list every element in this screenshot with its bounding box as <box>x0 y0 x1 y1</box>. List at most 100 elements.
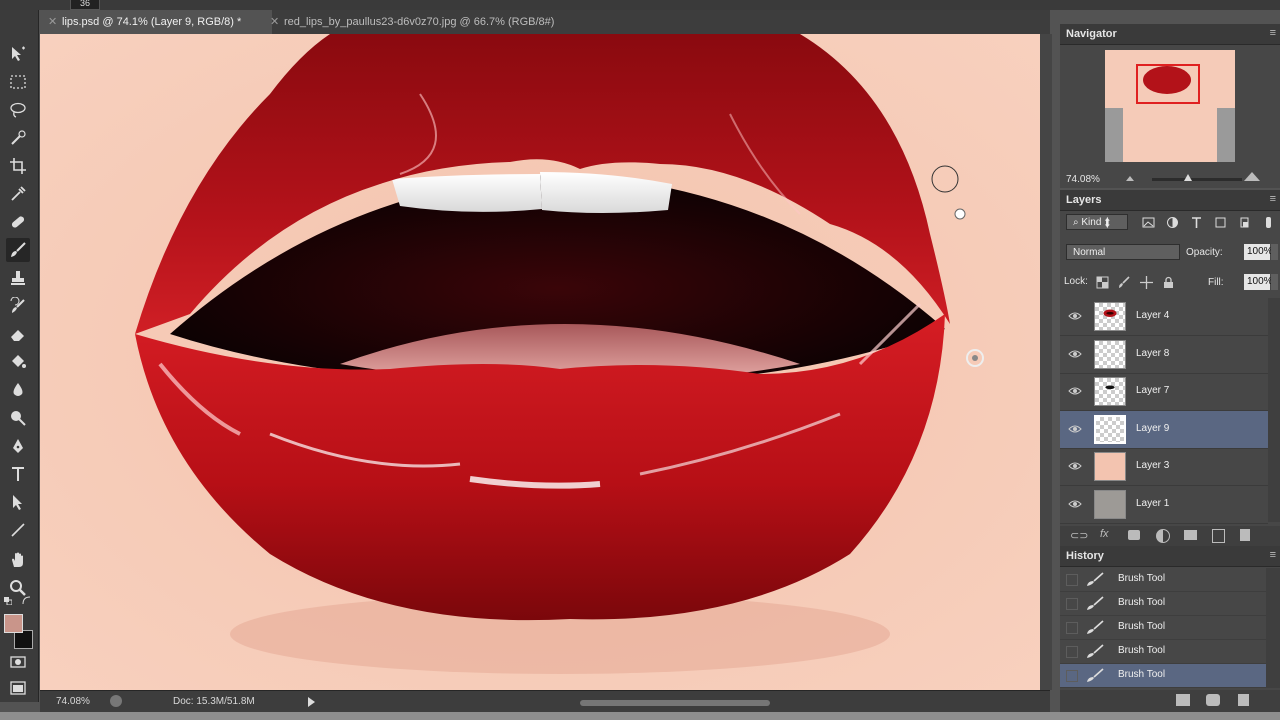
lock-all-icon[interactable] <box>1160 274 1176 290</box>
fx-icon[interactable]: fx <box>1100 528 1109 540</box>
line-icon[interactable] <box>6 518 30 542</box>
filter-smart-object-icon[interactable] <box>1236 214 1252 230</box>
snapshot-icon[interactable] <box>1206 694 1220 706</box>
zoom-in-icon[interactable] <box>1244 172 1260 181</box>
tab-red-lips-jpg[interactable]: ✕ red_lips_by_paullus23-d6v0z70.jpg @ 66… <box>262 10 602 34</box>
fill-arrow-icon[interactable] <box>1271 274 1278 290</box>
panel-menu-icon[interactable]: ≡ <box>1270 27 1276 39</box>
history-source-checkbox[interactable] <box>1066 670 1078 682</box>
foreground-color-swatch[interactable] <box>4 614 23 633</box>
marquee-icon[interactable] <box>6 70 30 94</box>
layer-row[interactable]: Layer 8 <box>1060 336 1268 374</box>
eye-icon[interactable] <box>1068 459 1082 473</box>
screen-mode-icon[interactable] <box>6 676 30 700</box>
canvas-vertical-scrollbar[interactable] <box>1040 34 1052 690</box>
close-icon[interactable]: ✕ <box>270 10 279 34</box>
layer-row[interactable]: Layer 3 <box>1060 448 1268 486</box>
adjustment-layer-icon[interactable] <box>1156 529 1170 543</box>
dodge-icon[interactable] <box>6 406 30 430</box>
delete-state-icon[interactable] <box>1238 694 1249 706</box>
lasso-icon[interactable] <box>6 98 30 122</box>
new-group-icon[interactable] <box>1184 530 1197 540</box>
filter-pixel-icon[interactable] <box>1140 214 1156 230</box>
new-document-from-state-icon[interactable] <box>1176 694 1190 706</box>
swap-colors-icon[interactable] <box>22 596 31 605</box>
navigator-thumbnail[interactable] <box>1105 50 1235 162</box>
tab-lips-psd[interactable]: ✕ lips.psd @ 74.1% (Layer 9, RGB/8) * <box>40 10 272 34</box>
delete-layer-icon[interactable] <box>1240 529 1250 541</box>
zoom-readout[interactable]: 74.08% <box>56 696 90 707</box>
brush-icon[interactable] <box>6 238 30 262</box>
zoom-slider[interactable] <box>1152 178 1242 181</box>
eraser-icon[interactable] <box>6 322 30 346</box>
layers-panel: Layers ≡ ⌕ Kind ⬍ Normal Opacity: 100% L… <box>1060 190 1280 546</box>
default-colors-icon[interactable] <box>4 596 13 606</box>
history-state[interactable]: Brush Tool <box>1060 568 1266 592</box>
navigator-view-box[interactable] <box>1136 64 1200 104</box>
eye-icon[interactable] <box>1068 384 1082 398</box>
paint-bucket-icon[interactable] <box>6 350 30 374</box>
layer-row[interactable]: Layer 1 <box>1060 486 1268 524</box>
thumbnail-shadow-left <box>1105 108 1123 162</box>
layer-row[interactable]: Layer 7 <box>1060 373 1268 411</box>
eye-icon[interactable] <box>1068 347 1082 361</box>
lock-transparency-icon[interactable] <box>1094 274 1110 290</box>
stamp-icon[interactable] <box>6 266 30 290</box>
eyedropper-icon[interactable] <box>6 182 30 206</box>
crop-icon[interactable] <box>6 154 30 178</box>
panel-menu-icon[interactable]: ≡ <box>1270 193 1276 205</box>
filter-toggle-icon[interactable] <box>1260 214 1276 230</box>
layers-scrollbar[interactable] <box>1268 298 1280 522</box>
brush-icon <box>1086 644 1104 659</box>
dock-strip <box>0 712 1280 720</box>
blur-icon[interactable] <box>6 378 30 402</box>
zoom-out-icon[interactable] <box>1126 176 1134 181</box>
move-icon[interactable] <box>6 42 30 66</box>
layer-filter-select[interactable]: ⌕ Kind ⬍ <box>1066 214 1128 230</box>
healing-icon[interactable] <box>6 210 30 234</box>
quick-select-icon[interactable] <box>6 126 30 150</box>
opacity-input[interactable]: 100% <box>1244 244 1273 260</box>
history-state[interactable]: Brush Tool <box>1060 664 1266 688</box>
history-source-checkbox[interactable] <box>1066 646 1078 658</box>
close-icon[interactable]: ✕ <box>48 10 57 34</box>
hand-icon[interactable] <box>6 548 30 572</box>
eye-icon[interactable] <box>1068 497 1082 511</box>
lock-pixels-icon[interactable] <box>1116 274 1132 290</box>
panel-menu-icon[interactable]: ≡ <box>1270 549 1276 561</box>
history-state[interactable]: Brush Tool <box>1060 592 1266 616</box>
path-select-icon[interactable] <box>6 490 30 514</box>
filter-adjustment-icon[interactable] <box>1164 214 1180 230</box>
lock-position-icon[interactable] <box>1138 274 1154 290</box>
filter-type-icon[interactable] <box>1188 214 1204 230</box>
pen-icon[interactable] <box>6 434 30 458</box>
type-icon[interactable] <box>6 462 30 486</box>
history-source-checkbox[interactable] <box>1066 574 1078 586</box>
horizontal-scrollbar[interactable] <box>580 700 770 706</box>
quick-mask-icon[interactable] <box>6 650 30 674</box>
link-layers-icon[interactable]: ⊂⊃ <box>1070 529 1088 542</box>
opacity-arrow-icon[interactable] <box>1271 244 1278 260</box>
layer-row[interactable]: Layer 9 <box>1060 410 1268 449</box>
eye-icon[interactable] <box>1068 309 1082 323</box>
history-state[interactable]: Brush Tool <box>1060 640 1266 664</box>
new-layer-icon[interactable] <box>1212 529 1225 543</box>
status-menu-arrow-icon[interactable] <box>308 697 315 707</box>
history-source-checkbox[interactable] <box>1066 622 1078 634</box>
layer-row[interactable]: Layer 4 <box>1060 298 1268 336</box>
add-mask-icon[interactable] <box>1128 530 1140 540</box>
info-icon[interactable] <box>110 695 122 707</box>
blend-mode-select[interactable]: Normal <box>1066 244 1180 260</box>
brush-size-field[interactable]: 36 <box>70 0 100 10</box>
fill-input[interactable]: 100% <box>1244 274 1273 290</box>
history-scrollbar[interactable] <box>1266 568 1280 688</box>
filter-shape-icon[interactable] <box>1212 214 1228 230</box>
zoom-slider-thumb[interactable] <box>1184 174 1192 181</box>
history-brush-icon[interactable] <box>6 294 30 318</box>
history-state[interactable]: Brush Tool <box>1060 616 1266 640</box>
eye-icon[interactable] <box>1068 422 1082 436</box>
history-footer <box>1060 690 1280 712</box>
navigator-zoom[interactable]: 74.08% <box>1066 174 1100 185</box>
document-canvas[interactable] <box>40 34 1040 690</box>
history-source-checkbox[interactable] <box>1066 598 1078 610</box>
